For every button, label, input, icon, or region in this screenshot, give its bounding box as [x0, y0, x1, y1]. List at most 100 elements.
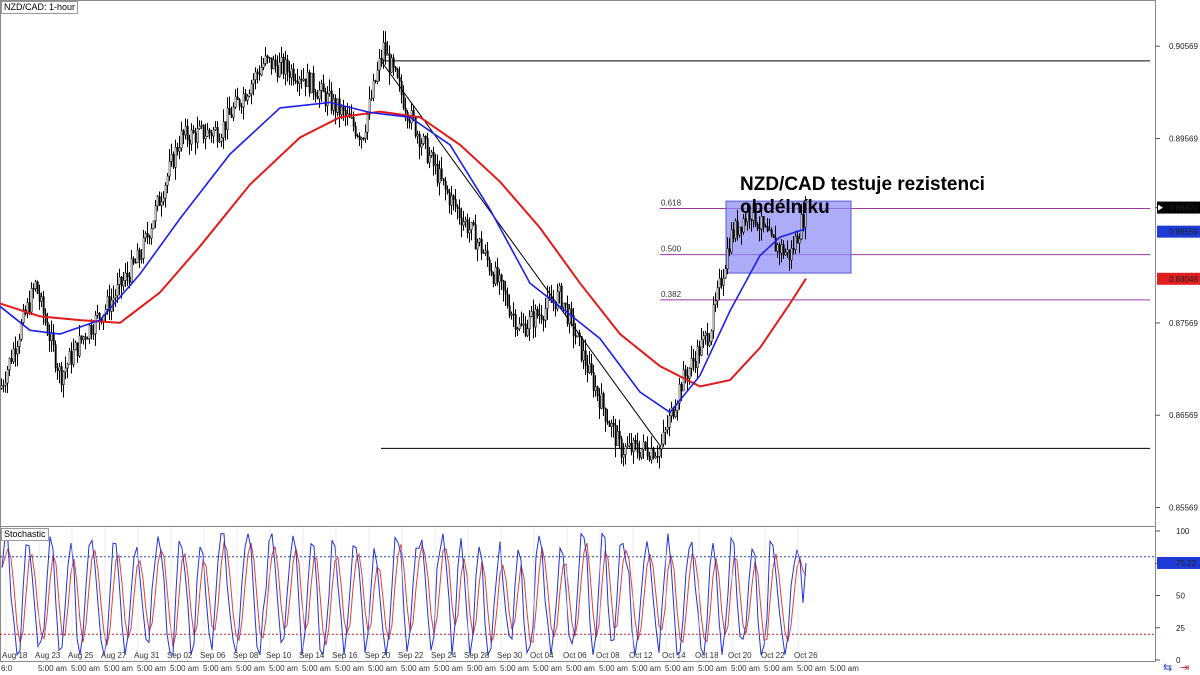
annotation-line-2: obdélníku	[740, 197, 830, 218]
candle-body	[508, 305, 511, 316]
date-tick-label: Oct 20	[728, 651, 752, 660]
stoch-tick-label: 50	[1176, 592, 1185, 601]
date-tick-label: Oct 06	[563, 651, 587, 660]
candle-body	[776, 244, 779, 252]
candle-body	[632, 439, 635, 453]
candle-body	[288, 71, 291, 78]
candle-body	[514, 314, 517, 331]
candle-body	[292, 68, 295, 81]
candle-body	[516, 328, 519, 331]
candle-body	[522, 323, 525, 326]
candle-body	[512, 313, 515, 316]
candle-body	[662, 432, 665, 445]
candle-body	[236, 96, 239, 100]
candle-body	[562, 302, 565, 308]
candle-body	[150, 228, 153, 239]
candle-body	[318, 90, 321, 100]
candle-body	[402, 94, 405, 109]
candle-body	[578, 332, 581, 337]
time-tick-label: 5:00 am	[599, 664, 628, 673]
candle-body	[178, 147, 181, 152]
time-tick-label: 5:00 am	[335, 664, 364, 673]
candle-body	[214, 127, 217, 131]
candle-body	[408, 120, 411, 124]
candle-body	[28, 302, 31, 313]
price-tick-label: 0.90569	[1169, 42, 1198, 51]
candle-body	[238, 99, 241, 107]
candle-body	[458, 208, 461, 218]
candle-body	[250, 83, 253, 94]
candle-body	[128, 276, 131, 283]
candle-body	[494, 267, 497, 285]
candle-body	[784, 252, 787, 256]
time-tick-label: 5:00 am	[302, 664, 331, 673]
candle-body	[366, 114, 369, 133]
candle-body	[598, 395, 601, 409]
candle-body	[296, 80, 299, 85]
candle-body	[722, 277, 725, 286]
candle-body	[532, 311, 535, 328]
candle-body	[136, 249, 139, 263]
candle-body	[294, 80, 297, 82]
candle-body	[434, 163, 437, 166]
candle-body	[392, 57, 395, 68]
candle-body	[54, 344, 57, 369]
candle-body	[698, 346, 701, 356]
candle-body	[498, 274, 501, 283]
candle-body	[94, 314, 97, 335]
candle-body	[612, 422, 615, 426]
candle-body	[772, 234, 775, 238]
time-tick-label: 5:00 am	[170, 664, 199, 673]
time-tick-label: 5:00 am	[566, 664, 595, 673]
candle-body	[382, 42, 385, 60]
candle-body	[464, 219, 467, 222]
candle-body	[474, 224, 477, 250]
time-tick-label: 5:00 am	[467, 664, 496, 673]
candle-body	[788, 249, 791, 261]
candle-body	[134, 262, 137, 264]
candle-body	[96, 312, 99, 316]
candle-body	[506, 293, 509, 306]
candle-body	[640, 449, 643, 458]
candle-body	[378, 58, 381, 71]
candle-body	[394, 67, 397, 70]
candle-body	[0, 385, 3, 389]
candle-body	[62, 371, 65, 385]
candle-body	[574, 335, 577, 338]
annotation-line-1: NZD/CAD testuje rezistenci	[740, 174, 985, 195]
time-tick-label: 5:00 am	[137, 664, 166, 673]
candle-body	[442, 178, 445, 182]
candle-body	[692, 358, 695, 362]
candle-body	[634, 439, 637, 444]
candle-body	[374, 80, 377, 82]
candle-body	[724, 268, 727, 279]
candle-body	[30, 288, 33, 313]
candle-body	[52, 332, 55, 345]
candle-body	[428, 155, 431, 163]
candle-body	[234, 96, 237, 108]
candle-body	[8, 358, 11, 370]
candle-body	[684, 369, 687, 377]
candle-body	[642, 441, 645, 450]
stoch-tick-label: 25	[1176, 624, 1185, 633]
candle-body	[564, 302, 567, 305]
candle-body	[144, 233, 147, 238]
date-tick-label: Oct 04	[530, 651, 554, 660]
candle-body	[534, 309, 537, 328]
candle-body	[244, 93, 247, 101]
candle-body	[308, 72, 311, 94]
scroll-to-end-icon[interactable]: ⇥	[1180, 662, 1189, 674]
fib-level-label: 0.618	[661, 198, 682, 207]
time-tick-label: 5:00 am	[698, 664, 727, 673]
date-tick-label: Aug 25	[68, 651, 94, 660]
candle-body	[422, 136, 425, 144]
chart-annotation: NZD/CAD testuje rezistenci obdélníku	[740, 173, 985, 219]
candle-body	[212, 129, 215, 137]
candle-body	[326, 93, 329, 106]
candle-body	[166, 175, 169, 186]
candle-body	[668, 415, 671, 428]
candle-body	[124, 272, 127, 281]
sync-icon[interactable]: ⇆	[1163, 662, 1172, 674]
candle-body	[140, 258, 143, 260]
candle-body	[798, 238, 801, 244]
